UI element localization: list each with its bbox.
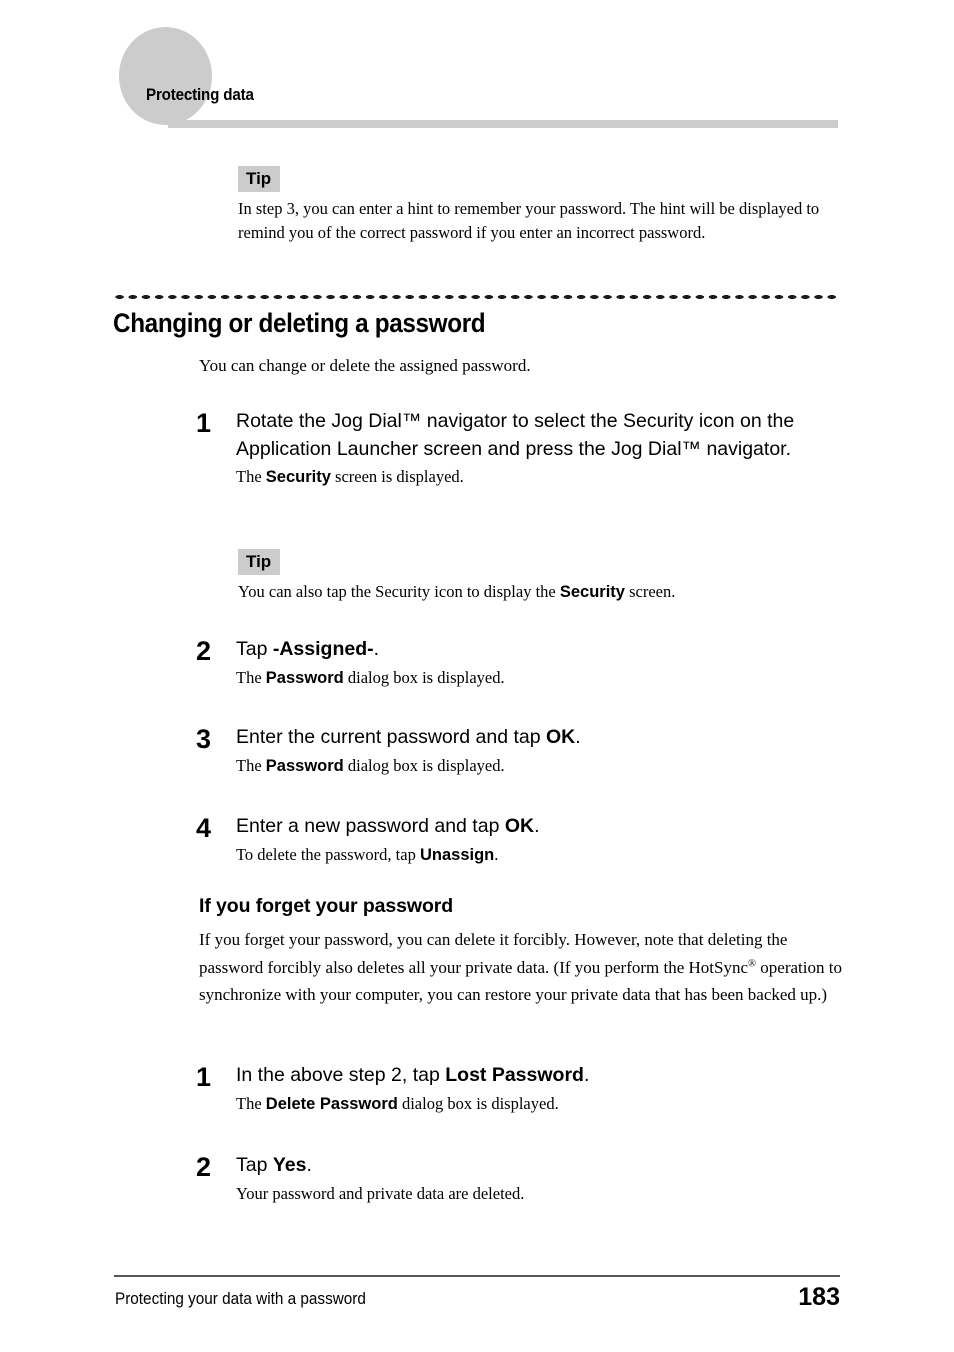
step-instruction: Rotate the Jog Dial™ navigator to select… bbox=[236, 410, 795, 460]
step-instruction-after: . bbox=[373, 638, 380, 660]
step-result-after: . bbox=[494, 844, 499, 864]
tip-body-before: You can also tap the Security icon to di… bbox=[238, 582, 560, 601]
step-instruction-term: -Assigned- bbox=[272, 638, 374, 660]
subsection-paragraph-part1: If you forget your password, you can del… bbox=[199, 930, 788, 977]
subsection-paragraph: If you forget your password, you can del… bbox=[199, 926, 844, 1009]
step-item: 1 Rotate the Jog Dial™ navigator to sele… bbox=[196, 408, 846, 490]
registered-trademark-icon: ® bbox=[748, 957, 757, 969]
step-number: 3 bbox=[196, 724, 212, 754]
step-instruction: Tap Yes. bbox=[236, 1152, 846, 1180]
step-instruction-term: OK bbox=[504, 815, 535, 837]
tip-body-term: Security bbox=[559, 583, 625, 601]
page-number: 183 bbox=[798, 1283, 840, 1311]
step-result-term: Security bbox=[265, 468, 331, 486]
tip-body-text: In step 3, you can enter a hint to remem… bbox=[238, 199, 820, 242]
footer-divider bbox=[114, 1275, 840, 1277]
page-header: Protecting data bbox=[0, 0, 954, 140]
step-number: 1 bbox=[196, 408, 212, 438]
step-instruction-before: In the above step 2, tap bbox=[236, 1064, 446, 1086]
step-instruction-after: . bbox=[583, 1064, 590, 1086]
step-item: 2 Tap Yes. Your password and private dat… bbox=[196, 1152, 846, 1206]
step-result-term: Password bbox=[265, 756, 344, 775]
step-instruction-after: . bbox=[575, 726, 581, 748]
tip-label: Tip bbox=[238, 549, 281, 575]
footer-chapter-label: Protecting your data with a password bbox=[115, 1289, 366, 1308]
step-item: 1 In the above step 2, tap Lost Password… bbox=[196, 1062, 846, 1117]
step-result-term: Unassign bbox=[419, 845, 495, 864]
step-result-before: To delete the password, tap bbox=[236, 844, 420, 864]
step-result-before: The bbox=[236, 755, 266, 775]
tip-box-1: Tip In step 3, you can enter a hint to r… bbox=[238, 166, 842, 245]
step-instruction: Enter the current password and tap OK. bbox=[236, 724, 846, 752]
header-circle-decoration bbox=[119, 27, 212, 125]
section-intro-paragraph: You can change or delete the assigned pa… bbox=[199, 356, 531, 375]
tip-label: Tip bbox=[238, 166, 281, 192]
step-number: 1 bbox=[196, 1062, 212, 1092]
section-heading: Changing or deleting a password bbox=[113, 308, 486, 338]
step-result-term: Password bbox=[265, 668, 344, 687]
step-result: The Password dialog box is displayed. bbox=[236, 753, 846, 779]
step-item: 4 Enter a new password and tap OK. To de… bbox=[196, 813, 846, 868]
tip-body-text: You can also tap the Security icon to di… bbox=[238, 580, 842, 604]
step-result-term: Delete Password bbox=[265, 1094, 398, 1113]
step-result-after: screen is displayed. bbox=[330, 467, 464, 486]
header-gray-bar bbox=[168, 120, 838, 128]
subsection-heading: If you forget your password bbox=[199, 895, 454, 917]
step-result-after: dialog box is displayed. bbox=[343, 755, 505, 775]
step-instruction-term: OK bbox=[546, 726, 576, 748]
running-head: Protecting data bbox=[146, 86, 254, 104]
step-result-before: The bbox=[236, 667, 266, 687]
section-dot-rule bbox=[113, 294, 840, 300]
step-instruction-before: Enter a new password and tap bbox=[236, 815, 505, 837]
step-item: 3 Enter the current password and tap OK.… bbox=[196, 724, 846, 779]
document-page: Protecting data Tip In step 3, you can e… bbox=[0, 0, 954, 1352]
step-instruction-before: Tap bbox=[236, 1154, 273, 1176]
step-instruction-term: Lost Password bbox=[445, 1064, 584, 1086]
step-result: To delete the password, tap Unassign. bbox=[236, 842, 846, 868]
step-number: 2 bbox=[196, 636, 212, 666]
step-instruction-after: . bbox=[534, 815, 540, 837]
step-result-before: The bbox=[236, 467, 266, 486]
step-result: The Delete Password dialog box is displa… bbox=[236, 1091, 846, 1117]
step-result-before: The bbox=[236, 1093, 266, 1113]
tip-body-after: screen. bbox=[624, 582, 676, 601]
step-instruction: In the above step 2, tap Lost Password. bbox=[236, 1062, 846, 1090]
step-number: 4 bbox=[196, 813, 212, 843]
step-result: The Password dialog box is displayed. bbox=[236, 665, 846, 691]
step-instruction-before: Enter the current password and tap bbox=[236, 726, 547, 748]
step-result-after: dialog box is displayed. bbox=[397, 1093, 559, 1113]
step-instruction-after: . bbox=[306, 1154, 312, 1176]
step-item: 2 Tap -Assigned-. The Password dialog bo… bbox=[196, 636, 846, 691]
step-instruction-term: Yes bbox=[272, 1154, 307, 1176]
step-result: The Security screen is displayed. bbox=[236, 464, 846, 490]
step-instruction-before: Tap bbox=[236, 638, 273, 660]
step-instruction: Enter a new password and tap OK. bbox=[236, 813, 846, 841]
step-number: 2 bbox=[196, 1152, 212, 1182]
step-result: Your password and private data are delet… bbox=[236, 1183, 525, 1203]
tip-box-2: Tip You can also tap the Security icon t… bbox=[238, 549, 842, 604]
step-instruction: Tap -Assigned-. bbox=[236, 636, 846, 664]
step-result-after: dialog box is displayed. bbox=[343, 667, 505, 687]
